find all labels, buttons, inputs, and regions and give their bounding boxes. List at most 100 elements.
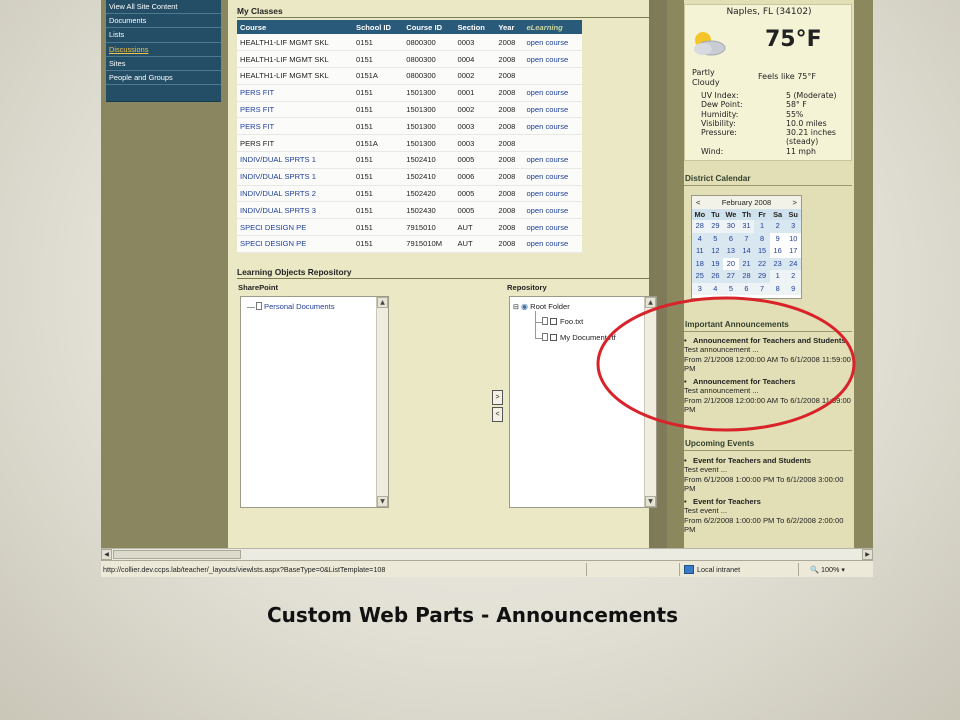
calendar-day[interactable]: 28 — [692, 220, 708, 233]
move-right-button[interactable]: > — [492, 390, 503, 405]
horizontal-scrollbar[interactable]: ◀ ▶ — [101, 548, 873, 560]
nav-item-lists[interactable]: Lists — [106, 28, 221, 43]
calendar-day[interactable]: 1 — [769, 270, 786, 283]
calendar-day[interactable]: 27 — [723, 270, 739, 283]
document-icon — [542, 317, 548, 325]
scroll-left-arrow[interactable]: ◀ — [101, 549, 112, 560]
open-course-link[interactable]: open course — [523, 50, 582, 69]
calendar-day[interactable]: 29 — [707, 220, 724, 233]
weather-detail-key: Humidity: — [701, 109, 739, 119]
repository-rule — [237, 278, 649, 279]
calendar-day[interactable]: 7 — [738, 232, 755, 245]
calendar-day[interactable]: 2 — [769, 220, 786, 233]
table-cell: 0001 — [454, 84, 496, 102]
weather-detail-row: Humidity: 55% — [701, 110, 837, 119]
open-course-link[interactable]: open course — [523, 34, 582, 52]
column-header[interactable]: eLearning — [523, 20, 582, 34]
sharepoint-tree-pane[interactable]: Personal Documents ▲ ▼ — [240, 296, 389, 508]
zoom-control[interactable]: 🔍 100% ▾ — [810, 565, 845, 574]
calendar-day[interactable]: 31 — [738, 220, 755, 233]
column-header[interactable]: Year — [495, 20, 524, 34]
scroll-down-arrow[interactable]: ▼ — [377, 496, 388, 507]
table-cell: 2008 — [495, 50, 524, 69]
calendar-day[interactable]: 15 — [754, 245, 770, 258]
calendar-day[interactable]: 13 — [723, 245, 739, 258]
event-title-link[interactable]: Event for Teachers — [693, 497, 761, 506]
column-header[interactable]: Course — [237, 20, 353, 34]
calendar-day[interactable]: 16 — [769, 245, 786, 258]
nav-item-people-and-groups[interactable]: People and Groups — [106, 71, 221, 86]
calendar-day[interactable]: 1 — [754, 220, 770, 233]
table-cell: 2008 — [495, 101, 524, 119]
table-row: SPECI DESIGN PE 0151 7915010 AUT 2008 open co… — [237, 218, 582, 237]
table-cell: 0003 — [454, 34, 496, 52]
table-cell: INDIV/DUAL SPRTS 1 — [237, 151, 353, 169]
calendar-day[interactable]: 11 — [692, 245, 708, 258]
tree-item-foo-txt[interactable]: Foo.txt — [542, 317, 583, 326]
calendar-day[interactable]: 17 — [785, 245, 801, 258]
table-cell: 2008 — [495, 134, 524, 153]
calendar-day[interactable]: 8 — [754, 232, 770, 245]
scroll-up-arrow[interactable]: ▲ — [377, 297, 388, 308]
calendar-day[interactable]: 4 — [692, 232, 708, 245]
calendar-day[interactable]: 25 — [692, 270, 708, 283]
table-cell: SPECI DESIGN PE — [237, 235, 353, 253]
tree-root-folder[interactable]: ⊟ ◉ Root Folder — [513, 302, 570, 311]
weather-details: UV Index: 5 (Moderate) Dew Point: 58° F Humi… — [701, 91, 837, 156]
calendar-day[interactable]: 26 — [707, 270, 724, 283]
calendar-day[interactable]: 14 — [738, 245, 755, 258]
calendar-day[interactable]: 21 — [738, 257, 755, 270]
nav-item-sites[interactable]: Sites — [106, 57, 221, 71]
calendar-day[interactable]: 29 — [754, 270, 770, 283]
open-course-link[interactable]: open course — [523, 185, 582, 203]
table-row: PERS FIT 0151 1501300 0003 2008 open course — [237, 117, 582, 136]
open-course-link[interactable]: open course — [523, 218, 582, 237]
calendar-day[interactable]: 28 — [738, 270, 755, 283]
open-course-link[interactable]: open course — [523, 201, 582, 220]
table-cell: 0006 — [454, 168, 496, 186]
calendar-day[interactable]: 23 — [769, 257, 786, 270]
tree-item-personal-documents[interactable]: Personal Documents — [256, 302, 335, 311]
move-left-button[interactable]: < — [492, 407, 503, 422]
open-course-link[interactable]: open course — [523, 117, 582, 136]
column-header[interactable]: School ID — [353, 20, 404, 34]
file-checkbox[interactable] — [550, 334, 557, 341]
calendar-day[interactable]: 5 — [707, 232, 724, 245]
file-checkbox[interactable] — [550, 318, 557, 325]
calendar-day[interactable]: 2 — [785, 270, 801, 283]
calendar-day[interactable]: 18 — [692, 257, 708, 270]
nav-item-discussions[interactable]: Discussions — [106, 43, 221, 57]
security-zone[interactable]: Local intranet — [684, 565, 740, 574]
calendar-prev-button[interactable]: < — [696, 198, 700, 207]
calendar-day[interactable]: 3 — [785, 220, 801, 233]
partly-cloudy-icon — [694, 32, 726, 56]
calendar-next-button[interactable]: > — [793, 198, 797, 207]
nav-item-view-all-site-content[interactable]: View All Site Content — [106, 0, 221, 15]
calendar-day[interactable]: 22 — [754, 257, 770, 270]
scroll-down-arrow[interactable]: ▼ — [645, 496, 656, 507]
calendar-dow: Th — [738, 209, 755, 220]
open-course-link[interactable]: open course — [523, 235, 582, 253]
calendar-day[interactable]: 20 — [723, 257, 739, 270]
open-course-link[interactable]: open course — [523, 168, 582, 186]
nav-item-documents[interactable]: Documents — [106, 14, 221, 29]
open-course-link[interactable]: open course — [523, 84, 582, 102]
calendar-day[interactable]: 9 — [769, 232, 786, 245]
event-title-link[interactable]: Event for Teachers and Students — [693, 456, 811, 465]
sharepoint-scrollbar[interactable]: ▲ ▼ — [376, 297, 388, 507]
zoom-level: 100% — [820, 565, 840, 574]
calendar-day[interactable]: 30 — [723, 220, 739, 233]
column-header[interactable]: Section — [454, 20, 496, 34]
scroll-right-arrow[interactable]: ▶ — [862, 549, 873, 560]
open-course-link[interactable]: open course — [523, 151, 582, 169]
open-course-link[interactable]: open course — [523, 101, 582, 119]
scroll-thumb[interactable] — [113, 550, 241, 559]
calendar-day[interactable]: 12 — [707, 245, 724, 258]
collapse-icon[interactable]: ⊟ — [513, 304, 519, 311]
calendar-day[interactable]: 19 — [707, 257, 724, 270]
column-header[interactable]: Course ID — [403, 20, 455, 34]
calendar-day[interactable]: 24 — [785, 257, 801, 270]
zoom-dropdown-icon[interactable]: ▾ — [841, 565, 845, 574]
calendar-day[interactable]: 10 — [785, 232, 801, 245]
calendar-day[interactable]: 6 — [723, 232, 739, 245]
